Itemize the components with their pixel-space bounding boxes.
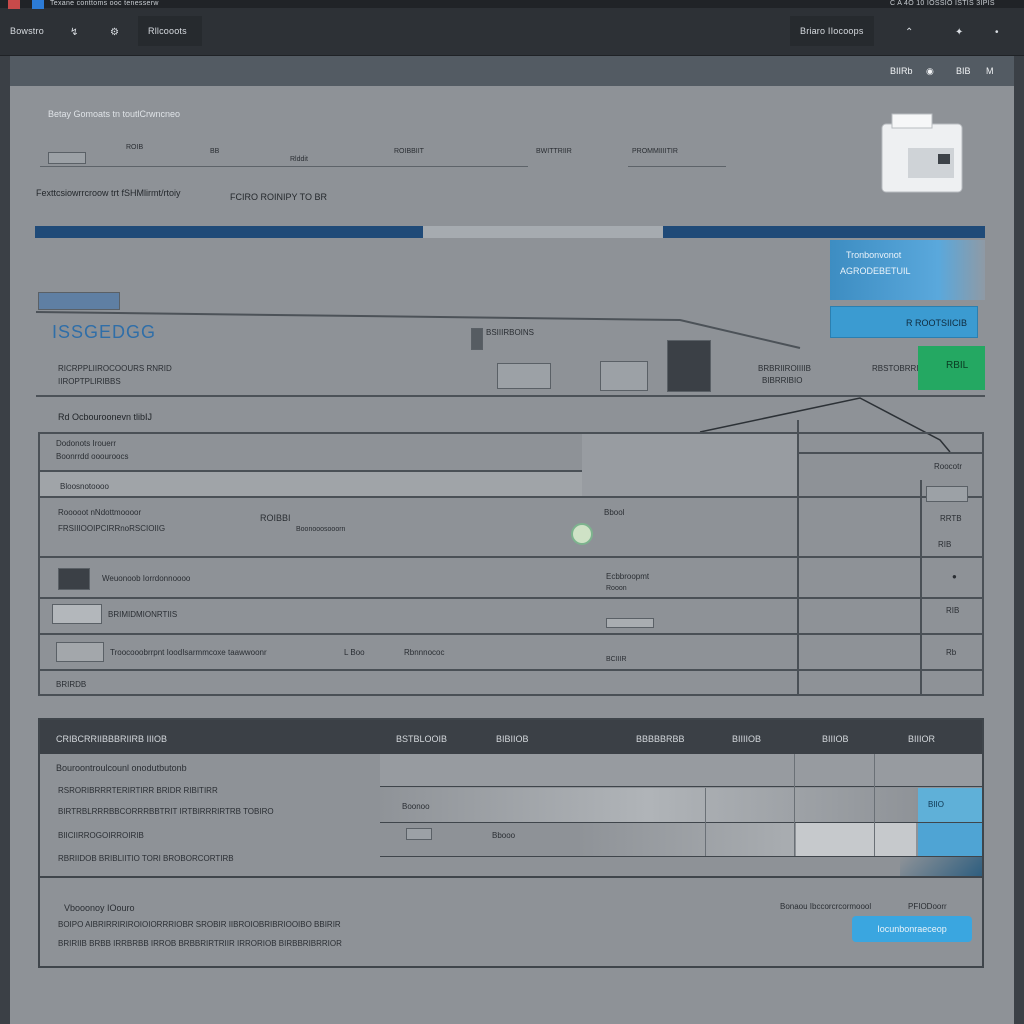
table-head-line2: Boonrrdd ooouroocs xyxy=(56,452,129,461)
row-tag: L Boo xyxy=(344,648,365,657)
row-qty: ● xyxy=(952,572,957,581)
table-head-line1: Dodonots Irouerr xyxy=(56,439,117,448)
panel-item-b: BIBRRIBIO xyxy=(762,376,803,385)
summary-row: RBRIIDOB BRIBLIITIO TORI BROBORCORTIRB xyxy=(58,854,234,863)
row-price: Ecbbroopmt xyxy=(606,572,650,581)
summary-divider xyxy=(40,876,982,878)
panel-logo: ISSGEDGG xyxy=(52,322,157,342)
footer-title: Vbooonoy IOouro xyxy=(64,903,135,913)
table-divider xyxy=(798,452,984,454)
product-thumb[interactable] xyxy=(667,340,711,392)
section-title: Rd Ocbouroonevn tlibIJ xyxy=(58,412,153,422)
summary-col: BIBIIOB xyxy=(496,734,529,744)
summary-col: BIIIOR xyxy=(908,734,936,744)
table-col xyxy=(920,480,922,696)
summary-cell-c: BIIO xyxy=(928,800,945,809)
checkout-button[interactable]: Iocunbonraeceop xyxy=(852,916,972,942)
summary-highlight[interactable] xyxy=(918,822,982,856)
row-thumb[interactable] xyxy=(56,642,104,662)
row-price2: Rooon xyxy=(606,585,627,592)
table-footer: BRIRDB xyxy=(56,680,87,689)
summary-col-line xyxy=(705,788,706,856)
device-icon[interactable] xyxy=(471,328,483,350)
summary-cell xyxy=(796,822,916,856)
row-price: BCIIIR xyxy=(606,656,627,663)
panel-line2: IIROPTPLIRIBBS xyxy=(58,377,121,386)
footer-right-label: Bonaou Ibccorcrcormoool xyxy=(780,902,872,911)
price-badge-value[interactable]: RBIL xyxy=(946,360,968,371)
table-divider xyxy=(38,556,984,558)
price-label: RBSTOBRRI xyxy=(872,364,919,373)
summary-row: BIICIIRROGOIRROIRIB xyxy=(58,831,144,840)
table-divider xyxy=(38,633,984,635)
table-divider xyxy=(38,496,984,498)
panel-label: BSIIIRBOINS xyxy=(486,328,535,337)
row-price: Bbool xyxy=(604,508,625,517)
summary-divider xyxy=(380,856,982,857)
table-header-cell xyxy=(582,434,797,496)
table-divider xyxy=(38,597,984,599)
table-col-label: Bloosnotoooo xyxy=(60,482,109,491)
summary-col: BIIIIOB xyxy=(732,734,762,744)
panel-line1: RICRPPLIIROCOOURS RNRID xyxy=(58,364,172,373)
device-thumb[interactable] xyxy=(38,292,120,310)
row-qty: RIB xyxy=(946,606,960,615)
row-title[interactable]: BRIMIDMIONRTIIS xyxy=(108,610,177,619)
row-title[interactable]: Weuonoob Iorrdonnoooo xyxy=(102,574,190,583)
status-indicator[interactable] xyxy=(571,523,593,545)
row-thumb[interactable] xyxy=(58,568,90,590)
footer-line: BOIPO AIBRIRRIRIROIOIORRRIOBR SROBIR IIB… xyxy=(58,920,341,929)
table-col-label-right: Roocotr xyxy=(934,462,963,471)
table-divider xyxy=(38,669,984,671)
summary-row: RSRORIBRRRTERIRTIRR BRIDR RIBITIRR xyxy=(58,786,218,795)
summary-row: Bouroontroulcounl onodutbutonb xyxy=(56,763,187,773)
summary-row: BIRTRBLRRRBBCORRRBBTRIT IRTBIRRRIRTRB TO… xyxy=(58,807,274,816)
product-thumb[interactable] xyxy=(600,361,648,391)
summary-col-line xyxy=(874,754,875,856)
summary-col-line xyxy=(794,754,795,856)
footer-line: BRIRIIB BRBB IRRBRBB IRROB BRBBRIRTRIIR … xyxy=(58,939,342,948)
row-qty: RRTB xyxy=(940,514,962,523)
summary-thumb[interactable] xyxy=(406,828,432,840)
summary-col: BIIIOB xyxy=(822,734,849,744)
summary-divider xyxy=(380,786,982,787)
footer-right-label2: PFIODoorr xyxy=(908,902,947,911)
row-title[interactable]: Troocooobrrpnt IoodIsarmmcoxe taawwoonr xyxy=(110,648,267,657)
row-sub: FRSIIIOOIPCIRRnoRSCIOIIG xyxy=(58,524,166,533)
table-col xyxy=(797,420,799,696)
summary-band xyxy=(580,822,794,856)
row-qty: Rb xyxy=(946,648,957,657)
summary-cell-b: Bbooo xyxy=(492,831,516,840)
table-subheader xyxy=(40,472,582,496)
product-thumb[interactable] xyxy=(497,363,551,389)
row-note: Boonooosooorn xyxy=(296,526,346,533)
row-qty-label: RIB xyxy=(938,540,952,549)
summary-col: CRIBCRRIIBBBRIIRB IIIOB xyxy=(56,734,168,744)
row-thumb[interactable] xyxy=(926,486,968,502)
summary-col: BSTBLOOIB xyxy=(396,734,448,744)
summary-divider xyxy=(380,822,982,823)
summary-band xyxy=(380,788,916,822)
summary-cell-a: Boonoo xyxy=(402,802,430,811)
row-thumb[interactable] xyxy=(52,604,102,624)
row-tag: ROIBBI xyxy=(260,513,291,523)
row-title[interactable]: Rooooot nNdottmoooor xyxy=(58,508,141,517)
summary-band xyxy=(380,754,982,786)
panel-item-a: BRBRIIROIIIIB xyxy=(758,364,811,373)
row-price-chip[interactable] xyxy=(606,618,654,628)
summary-col: BBBBBRBB xyxy=(636,734,685,744)
summary-corner xyxy=(900,856,982,876)
row-note: Rbnnnococ xyxy=(404,648,445,657)
